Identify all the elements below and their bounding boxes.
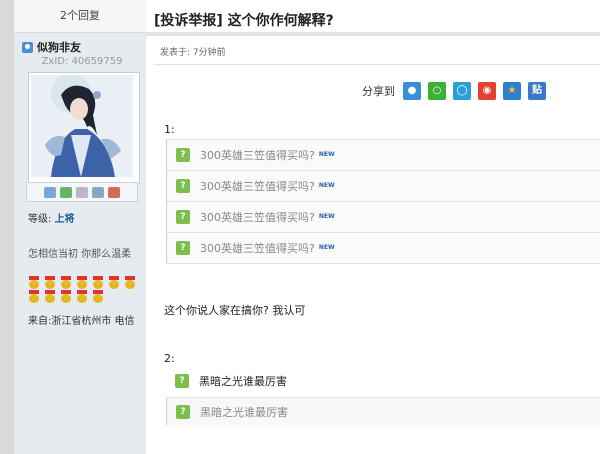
user-signature: 怎相信当初 你那么温柔 (28, 249, 132, 260)
new-badge: NEW (318, 150, 335, 158)
related-link[interactable]: ? 300英雄三笠值得买吗? NEW (167, 140, 600, 171)
more-actions-icon[interactable] (108, 186, 120, 198)
qzone-icon[interactable]: ◯ (453, 82, 471, 100)
user-level: 等级: 上将 (28, 210, 75, 225)
qq-icon[interactable]: ● (403, 82, 421, 100)
link-icon: ? (176, 404, 190, 419)
user-location: 来自:浙江省杭州市 电信 (28, 316, 135, 327)
tieba-icon[interactable]: 贴 (528, 82, 546, 100)
share-label: 分享到 (362, 85, 395, 98)
related-link[interactable]: ? 300英雄三笠值得买吗? NEW (167, 171, 600, 202)
post-body: 这个你说人家在搞你? 我认可 (164, 304, 306, 317)
meta-divider (154, 64, 600, 65)
link-icon: ? (176, 210, 190, 224)
medal-icon[interactable] (90, 276, 106, 290)
reply-count[interactable]: 2个回复 (14, 0, 146, 33)
wechat-icon[interactable]: ○ (428, 82, 446, 100)
related-link-text[interactable]: 300英雄三笠值得买吗? (200, 178, 315, 194)
avatar[interactable] (28, 72, 140, 184)
medal-icon[interactable] (58, 276, 74, 290)
medal-icon[interactable] (106, 276, 122, 290)
author-sidebar: 2个回复 似狗非友 ZxID: 40659759 等级: 上将 怎相信当初 你那… (14, 0, 146, 454)
medal-icon[interactable] (90, 290, 106, 304)
title-divider (146, 32, 600, 36)
link-icon: ? (176, 148, 190, 162)
related-link[interactable]: ? 黑暗之光谁最厉害 (166, 367, 600, 395)
weibo-icon[interactable]: ◉ (478, 82, 496, 100)
user-id: ZxID: 40659759 (41, 56, 123, 67)
new-badge: NEW (318, 212, 335, 220)
level-value[interactable]: 上将 (55, 214, 75, 225)
related-link[interactable]: ? 300英雄三笠值得买吗? NEW (167, 233, 600, 264)
post-time: 发表于: 7分钟前 (160, 48, 226, 58)
user-action-bar (26, 182, 138, 202)
new-badge: NEW (318, 243, 335, 251)
level-prefix: 等级: (28, 214, 55, 225)
related-link-text[interactable]: 300英雄三笠值得买吗? (200, 209, 315, 225)
profile-icon[interactable] (76, 186, 88, 198)
reply-number-1: 1: (164, 123, 175, 136)
post-content: [投诉举报] 这个你作何解释? 发表于: 7分钟前 分享到 ● ○ ◯ ◉ ★ … (146, 0, 600, 454)
related-link-text[interactable]: 黑暗之光谁最厉害 (199, 373, 287, 389)
related-link[interactable]: ? 300英雄三笠值得买吗? NEW (167, 202, 600, 233)
favorite-icon[interactable]: ★ (503, 82, 521, 100)
share-bar: 分享到 ● ○ ◯ ◉ ★ 贴 (362, 82, 553, 100)
medal-icon[interactable] (42, 276, 58, 290)
link-icon: ? (176, 241, 190, 255)
related-link-text[interactable]: 300英雄三笠值得买吗? (200, 240, 315, 256)
album-icon[interactable] (92, 186, 104, 198)
medal-icon[interactable] (122, 276, 138, 290)
medal-icon[interactable] (42, 290, 58, 304)
related-link[interactable]: ? 黑暗之光谁最厉害 (166, 397, 600, 425)
related-links-box: ? 300英雄三笠值得买吗? NEW ? 300英雄三笠值得买吗? NEW ? … (166, 139, 600, 264)
medal-icon[interactable] (26, 290, 42, 304)
post-title: [投诉举报] 这个你作何解释? (154, 13, 334, 29)
new-badge: NEW (318, 181, 335, 189)
related-link-text[interactable]: 黑暗之光谁最厉害 (200, 404, 288, 420)
medal-icon[interactable] (74, 276, 90, 290)
username[interactable]: 似狗非友 (37, 39, 81, 55)
add-friend-icon[interactable] (60, 186, 72, 198)
reply-number-2: 2: (164, 352, 175, 365)
link-icon: ? (175, 374, 189, 388)
message-icon[interactable] (44, 186, 56, 198)
medal-icon[interactable] (74, 290, 90, 304)
username-row[interactable]: 似狗非友 (22, 40, 81, 54)
medal-icon[interactable] (58, 290, 74, 304)
related-link-text[interactable]: 300英雄三笠值得买吗? (200, 147, 315, 163)
medal-list (26, 276, 150, 304)
medal-icon[interactable] (26, 276, 42, 290)
user-icon (22, 41, 33, 53)
page-gutter (0, 0, 14, 454)
link-icon: ? (176, 179, 190, 193)
